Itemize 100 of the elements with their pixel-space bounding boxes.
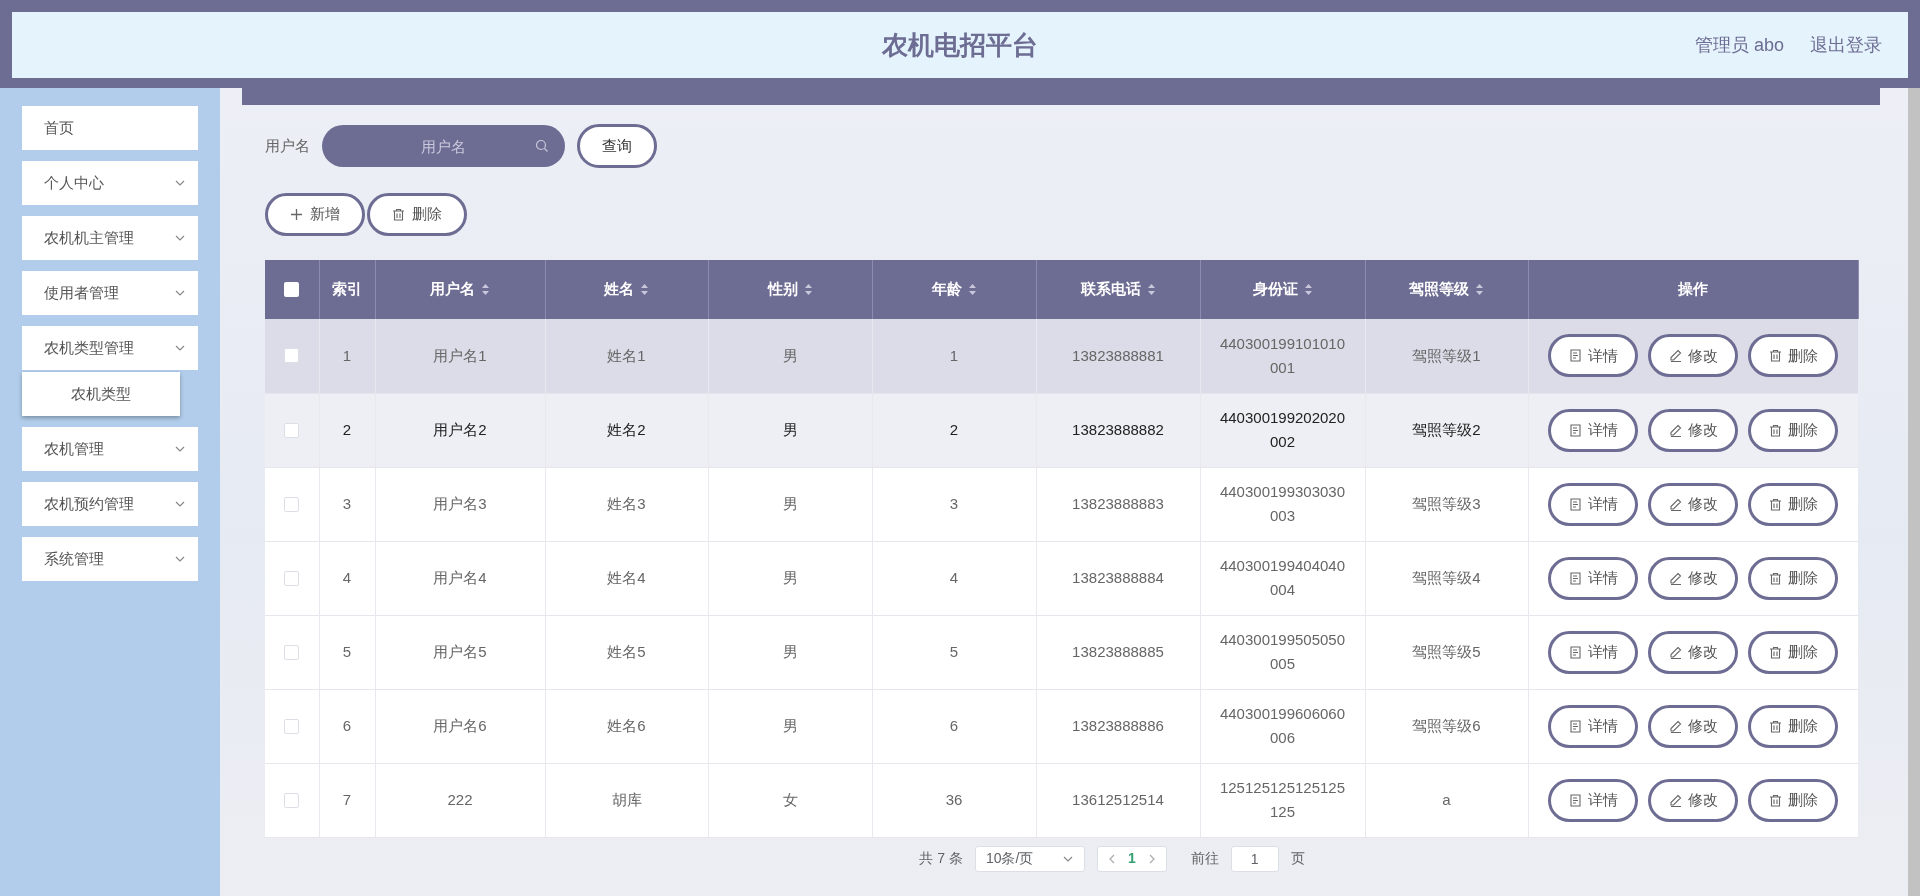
row-checkbox[interactable] xyxy=(284,570,300,586)
table-cell: 驾照等级5 xyxy=(1365,615,1528,689)
table-cell: 3 xyxy=(872,467,1036,541)
sidebar-item[interactable]: 农机预约管理 xyxy=(22,482,198,526)
column-header[interactable]: 年龄 xyxy=(872,260,1036,319)
table-cell: 440300199303030003 xyxy=(1200,467,1365,541)
select-all-checkbox[interactable] xyxy=(284,282,300,297)
edit-button[interactable]: 修改 xyxy=(1648,482,1739,526)
prev-page-icon[interactable] xyxy=(1107,853,1116,864)
row-checkbox[interactable] xyxy=(284,792,300,808)
table-cell: 5 xyxy=(319,615,375,689)
table-row[interactable]: 3 用户名3 姓名3 男 3 13823888883 440300199303030003 驾照等级3 详情 修改 删除 xyxy=(265,467,1858,541)
table-cell: 男 xyxy=(708,393,872,467)
table-row[interactable]: 1 用户名1 姓名1 男 1 13823888881 440300199101010001 驾照等级1 详情 修改 删除 xyxy=(265,319,1858,393)
sidebar-item[interactable]: 使用者管理 xyxy=(22,271,198,315)
table-cell: 姓名3 xyxy=(545,467,708,541)
row-checkbox[interactable] xyxy=(284,644,300,660)
table-row[interactable]: 6 用户名6 姓名6 男 6 13823888886 440300199606060006 驾照等级6 详情 修改 删除 xyxy=(265,689,1858,763)
table-cell: 13823888886 xyxy=(1036,689,1200,763)
row-checkbox[interactable] xyxy=(284,718,300,734)
table-cell: a xyxy=(1365,763,1528,837)
table-cell: 2 xyxy=(872,393,1036,467)
edit-button[interactable]: 修改 xyxy=(1648,408,1739,452)
document-icon xyxy=(1568,423,1582,437)
detail-button[interactable]: 详情 xyxy=(1548,482,1639,526)
detail-button[interactable]: 详情 xyxy=(1548,334,1639,378)
row-checkbox[interactable] xyxy=(284,496,300,512)
edit-button[interactable]: 修改 xyxy=(1648,556,1739,600)
page-size-select[interactable]: 10条/页 xyxy=(974,845,1085,872)
table-cell: 驾照等级4 xyxy=(1365,541,1528,615)
sidebar-item[interactable]: 农机机主管理 xyxy=(22,216,198,260)
detail-button[interactable]: 详情 xyxy=(1548,630,1639,674)
delete-button[interactable]: 删除 xyxy=(1748,704,1839,748)
table-cell: 男 xyxy=(708,541,872,615)
sidebar-item[interactable]: 个人中心 xyxy=(22,161,198,205)
table-cell: 1 xyxy=(319,319,375,393)
document-icon xyxy=(1568,497,1582,511)
table-cell: 女 xyxy=(708,763,872,837)
search-icon xyxy=(535,139,549,153)
table-row[interactable]: 7 222 胡库 女 36 13612512514 125125125125125125 a 详情 修改 删除 xyxy=(265,763,1858,837)
table-cell: 440300199101010001 xyxy=(1200,319,1365,393)
trash-icon xyxy=(392,208,405,221)
table-row[interactable]: 5 用户名5 姓名5 男 5 13823888885 440300199505050005 驾照等级5 详情 修改 删除 xyxy=(265,615,1858,689)
sidebar-item[interactable]: 系统管理 xyxy=(22,537,198,581)
goto-field[interactable]: 1 xyxy=(1230,845,1279,872)
search-label: 用户名 xyxy=(265,135,310,156)
document-icon xyxy=(1568,793,1582,807)
search-field[interactable]: 用户名 xyxy=(322,125,565,167)
detail-button[interactable]: 详情 xyxy=(1548,704,1639,748)
user-label: 管理员 abo xyxy=(1694,33,1784,57)
edit-button[interactable]: 修改 xyxy=(1648,334,1739,378)
table-cell: 驾照等级2 xyxy=(1365,393,1528,467)
column-header[interactable]: 用户名 xyxy=(375,260,545,319)
next-page-icon[interactable] xyxy=(1147,853,1156,864)
table-cell: 用户名4 xyxy=(375,541,545,615)
trash-icon xyxy=(1768,571,1782,585)
table-row[interactable]: 4 用户名4 姓名4 男 4 13823888884 440300199404040004 驾照等级4 详情 修改 删除 xyxy=(265,541,1858,615)
submenu-item[interactable]: 农机类型 xyxy=(22,372,180,416)
table-cell: 6 xyxy=(872,689,1036,763)
sidebar-item[interactable]: 农机类型管理 xyxy=(22,326,198,370)
table-cell: 男 xyxy=(708,689,872,763)
column-header[interactable]: 驾照等级 xyxy=(1365,260,1528,319)
goto-label: 前往 xyxy=(1190,849,1219,868)
delete-button[interactable]: 删除 xyxy=(1748,408,1839,452)
table-cell: 7 xyxy=(319,763,375,837)
logout-link[interactable]: 退出登录 xyxy=(1810,31,1882,59)
detail-button[interactable]: 详情 xyxy=(1548,408,1639,452)
sort-icon xyxy=(481,283,490,296)
edit-button[interactable]: 修改 xyxy=(1648,778,1739,822)
column-header[interactable]: 性别 xyxy=(708,260,872,319)
scrollbar[interactable] xyxy=(1908,88,1920,896)
table-cell: 13823888884 xyxy=(1036,541,1200,615)
query-button[interactable]: 查询 xyxy=(577,124,657,168)
delete-button[interactable]: 删除 xyxy=(1748,630,1839,674)
column-header[interactable]: 身份证 xyxy=(1200,260,1365,319)
edit-button[interactable]: 修改 xyxy=(1648,630,1739,674)
goto-unit: 页 xyxy=(1290,849,1305,868)
sidebar-item[interactable]: 首页 xyxy=(22,106,198,150)
row-checkbox[interactable] xyxy=(284,348,300,364)
add-button[interactable]: 新增 xyxy=(265,193,365,236)
edit-button[interactable]: 修改 xyxy=(1648,704,1739,748)
table-cell: 驾照等级6 xyxy=(1365,689,1528,763)
table-cell: 6 xyxy=(319,689,375,763)
table-cell: 用户名3 xyxy=(375,467,545,541)
delete-button[interactable]: 删除 xyxy=(1748,334,1839,378)
table-cell: 用户名5 xyxy=(375,615,545,689)
table-row[interactable]: 2 用户名2 姓名2 男 2 13823888882 440300199202020002 驾照等级2 详情 修改 删除 xyxy=(265,393,1858,467)
pencil-icon xyxy=(1668,793,1682,807)
detail-button[interactable]: 详情 xyxy=(1548,556,1639,600)
detail-button[interactable]: 详情 xyxy=(1548,778,1639,822)
row-checkbox[interactable] xyxy=(284,422,300,438)
delete-button[interactable]: 删除 xyxy=(1748,482,1839,526)
delete-button[interactable]: 删除 xyxy=(1748,556,1839,600)
column-header: 操作 xyxy=(1528,260,1858,319)
delete-button[interactable]: 删除 xyxy=(1748,778,1839,822)
table-cell: 姓名5 xyxy=(545,615,708,689)
delete-button[interactable]: 删除 xyxy=(367,193,467,236)
column-header[interactable]: 姓名 xyxy=(545,260,708,319)
sidebar-item[interactable]: 农机管理 xyxy=(22,427,198,471)
column-header[interactable]: 联系电话 xyxy=(1036,260,1200,319)
